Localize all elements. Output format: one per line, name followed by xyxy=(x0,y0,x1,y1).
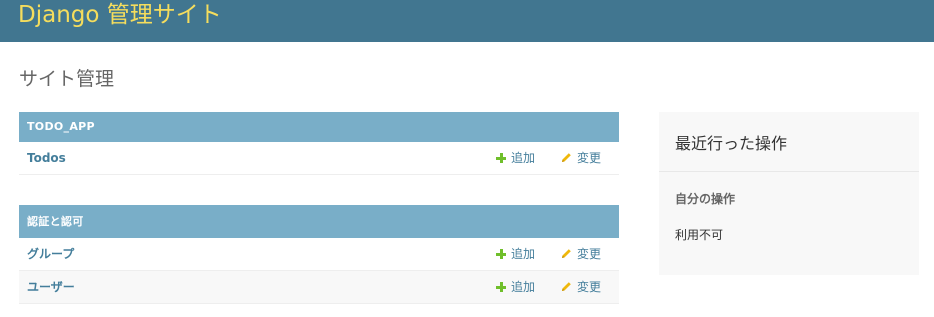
plus-icon xyxy=(496,249,506,259)
model-row-groups: グループ 追加 変更 xyxy=(19,238,619,271)
add-todos-link[interactable]: 追加 xyxy=(496,142,535,174)
model-row-users: ユーザー 追加 変更 xyxy=(19,271,619,304)
model-link-users[interactable]: ユーザー xyxy=(27,271,75,303)
model-row-todos: Todos 追加 変更 xyxy=(19,142,619,175)
change-label: 変更 xyxy=(577,151,602,165)
recent-actions-panel: 最近行った操作 自分の操作 利用不可 xyxy=(659,112,919,275)
app-caption-todo-app[interactable]: TODO_APP xyxy=(19,112,619,142)
divider xyxy=(659,171,919,172)
app-module-auth: 認証と認可 グループ 追加 変更 ユーザー 追加 変更 xyxy=(19,205,619,304)
change-groups-link[interactable]: 変更 xyxy=(561,238,601,270)
add-label: 追加 xyxy=(511,247,536,261)
add-users-link[interactable]: 追加 xyxy=(496,271,535,303)
pencil-icon xyxy=(562,282,571,291)
change-todos-link[interactable]: 変更 xyxy=(561,142,601,174)
change-users-link[interactable]: 変更 xyxy=(561,271,601,303)
change-label: 変更 xyxy=(577,280,602,294)
pencil-icon xyxy=(562,249,571,258)
no-actions-text: 利用不可 xyxy=(675,228,724,242)
page-title: サイト管理 xyxy=(19,68,115,90)
plus-icon xyxy=(496,153,506,163)
app-caption-auth[interactable]: 認証と認可 xyxy=(19,205,619,238)
add-label: 追加 xyxy=(511,280,536,294)
header-bar: Django 管理サイト xyxy=(0,0,934,42)
model-link-todos[interactable]: Todos xyxy=(27,142,66,174)
my-actions-heading: 自分の操作 xyxy=(675,192,736,206)
add-label: 追加 xyxy=(511,151,536,165)
app-module-todo-app: TODO_APP Todos 追加 変更 xyxy=(19,112,619,175)
change-label: 変更 xyxy=(577,247,602,261)
site-name-link[interactable]: Django 管理サイト xyxy=(18,0,222,30)
model-link-groups[interactable]: グループ xyxy=(27,238,74,270)
recent-actions-title: 最近行った操作 xyxy=(675,134,788,153)
plus-icon xyxy=(496,282,506,292)
pencil-icon xyxy=(562,153,571,162)
add-groups-link[interactable]: 追加 xyxy=(496,238,535,270)
